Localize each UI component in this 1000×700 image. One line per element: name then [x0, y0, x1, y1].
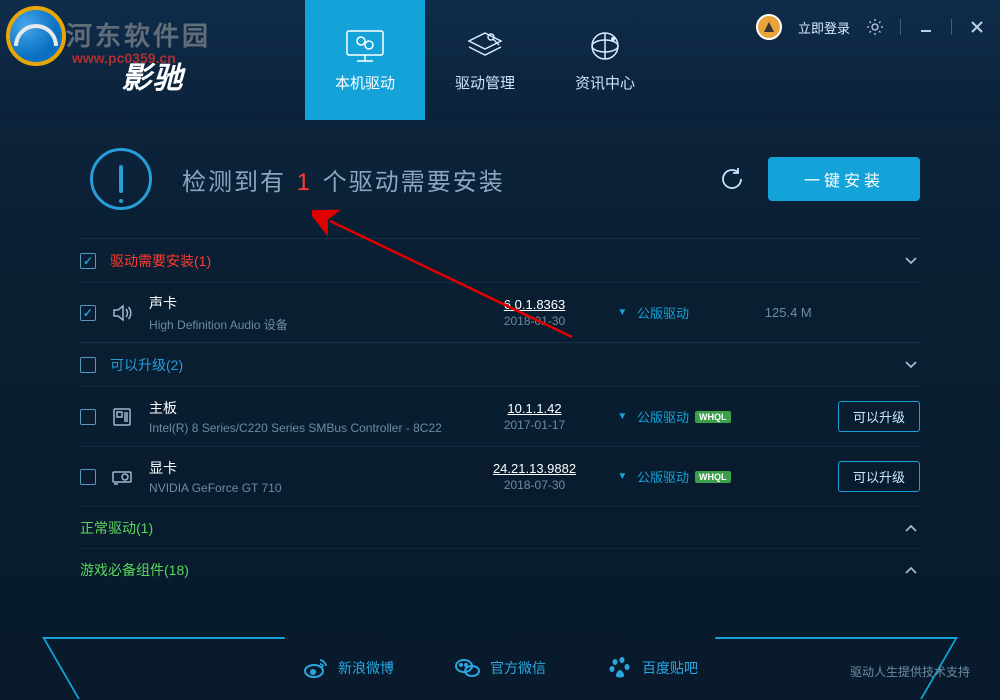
tab-label: 本机驱动 — [335, 72, 395, 93]
driver-row-sound: 声卡 High Definition Audio 设备 6.0.1.8363 2… — [80, 282, 920, 342]
upgrade-button[interactable]: 可以升级 — [838, 401, 920, 432]
section-normal[interactable]: 正常驱动(1) — [80, 506, 920, 548]
wechat-link[interactable]: 官方微信 — [454, 654, 546, 682]
banner-prefix: 检测到有 — [182, 169, 286, 196]
row-checkbox[interactable] — [80, 305, 96, 321]
section-checkbox[interactable] — [80, 357, 96, 373]
device-name: 主板 — [149, 398, 461, 418]
driver-version[interactable]: 6.0.1.8363 — [461, 297, 607, 312]
driver-list: 驱动需要安装(1) 声卡 High Definition Audio 设备 6.… — [0, 238, 1000, 590]
refresh-button[interactable] — [714, 161, 750, 197]
site-watermark: 河东软件园 www.pc0359.cn — [6, 6, 66, 66]
section-title: 驱动需要安装(1) — [110, 251, 211, 271]
driver-version[interactable]: 10.1.1.42 — [461, 401, 607, 416]
row-checkbox[interactable] — [80, 469, 96, 485]
section-upgradable[interactable]: 可以升级(2) — [80, 342, 920, 386]
baidu-icon — [606, 654, 634, 682]
driver-row-gpu: 显卡 NVIDIA GeForce GT 710 24.21.13.9882 2… — [80, 446, 920, 506]
main-nav: 本机驱动 驱动管理 资讯中心 — [305, 0, 665, 120]
device-desc: NVIDIA GeForce GT 710 — [149, 481, 461, 495]
driver-version[interactable]: 24.21.13.9882 — [461, 461, 607, 476]
driver-type[interactable]: 公版驱动 WHQL — [637, 407, 744, 426]
upgrade-button[interactable]: 可以升级 — [838, 461, 920, 492]
detection-banner: 检测到有 1 个驱动需要安装 一键安装 — [0, 120, 1000, 238]
tab-driver-manage[interactable]: 驱动管理 — [425, 0, 545, 120]
version-dropdown[interactable]: ▼ — [608, 411, 637, 422]
footer-label: 百度贴吧 — [642, 658, 698, 678]
footer-label: 官方微信 — [490, 658, 546, 678]
device-name: 显卡 — [149, 458, 461, 478]
watermark-url: www.pc0359.cn — [72, 50, 176, 66]
monitor-icon — [343, 28, 387, 64]
section-need-install[interactable]: 驱动需要安装(1) — [80, 238, 920, 282]
window-controls: 立即登录 — [756, 14, 986, 40]
footer-label: 新浪微博 — [338, 658, 394, 678]
weibo-link[interactable]: 新浪微博 — [302, 654, 394, 682]
divider — [951, 19, 952, 35]
driver-size: 125.4 M — [744, 305, 832, 320]
driver-row-motherboard: 主板 Intel(R) 8 Series/C220 Series SMBus C… — [80, 386, 920, 446]
tab-label: 驱动管理 — [455, 72, 515, 93]
chevron-up-icon[interactable] — [902, 519, 920, 537]
device-name: 声卡 — [149, 293, 461, 313]
speaker-icon — [110, 300, 135, 326]
driver-date: 2018-01-30 — [461, 314, 607, 328]
driver-date: 2018-07-30 — [461, 478, 607, 492]
weibo-icon — [302, 654, 330, 682]
watermark-text: 河东软件园 — [66, 16, 211, 53]
watermark-badge — [6, 6, 66, 66]
tech-support-text: 驱动人生提供技术支持 — [850, 663, 970, 680]
device-desc: Intel(R) 8 Series/C220 Series SMBus Cont… — [149, 421, 461, 435]
tab-news[interactable]: 资讯中心 — [545, 0, 665, 120]
row-checkbox[interactable] — [80, 409, 96, 425]
motherboard-icon — [110, 404, 135, 430]
tab-local-drivers[interactable]: 本机驱动 — [305, 0, 425, 120]
whql-badge: WHQL — [695, 471, 731, 483]
wechat-icon — [454, 654, 482, 682]
chevron-down-icon[interactable] — [902, 356, 920, 374]
gpu-icon — [110, 464, 135, 490]
tab-label: 资讯中心 — [575, 72, 635, 93]
version-dropdown[interactable]: ▼ — [608, 471, 637, 482]
layers-wrench-icon — [463, 28, 507, 64]
chevron-up-icon[interactable] — [902, 561, 920, 579]
app-footer: 新浪微博 官方微信 百度贴吧 驱动人生提供技术支持 — [0, 636, 1000, 700]
divider — [900, 19, 901, 35]
driver-type[interactable]: 公版驱动 WHQL — [637, 467, 744, 486]
login-link[interactable]: 立即登录 — [798, 18, 850, 37]
user-avatar[interactable] — [756, 14, 782, 40]
section-title: 游戏必备组件(18) — [80, 560, 189, 580]
driver-date: 2017-01-17 — [461, 418, 607, 432]
banner-message: 检测到有 1 个驱动需要安装 — [182, 162, 714, 197]
section-checkbox[interactable] — [80, 253, 96, 269]
minimize-button[interactable] — [917, 18, 935, 36]
close-button[interactable] — [968, 18, 986, 36]
device-desc: High Definition Audio 设备 — [149, 316, 461, 333]
whql-badge: WHQL — [695, 411, 731, 423]
section-title: 正常驱动(1) — [80, 518, 153, 538]
globe-icon — [583, 28, 627, 64]
alert-icon — [90, 148, 152, 210]
install-all-button[interactable]: 一键安装 — [768, 157, 920, 201]
banner-count: 1 — [297, 169, 312, 196]
settings-button[interactable] — [866, 18, 884, 36]
chevron-down-icon[interactable] — [902, 252, 920, 270]
driver-type[interactable]: 公版驱动 — [637, 303, 744, 322]
tieba-link[interactable]: 百度贴吧 — [606, 654, 698, 682]
version-dropdown[interactable]: ▼ — [608, 307, 637, 318]
section-game-components[interactable]: 游戏必备组件(18) — [80, 548, 920, 590]
banner-suffix: 个驱动需要安装 — [323, 169, 505, 196]
section-title: 可以升级(2) — [110, 355, 183, 375]
